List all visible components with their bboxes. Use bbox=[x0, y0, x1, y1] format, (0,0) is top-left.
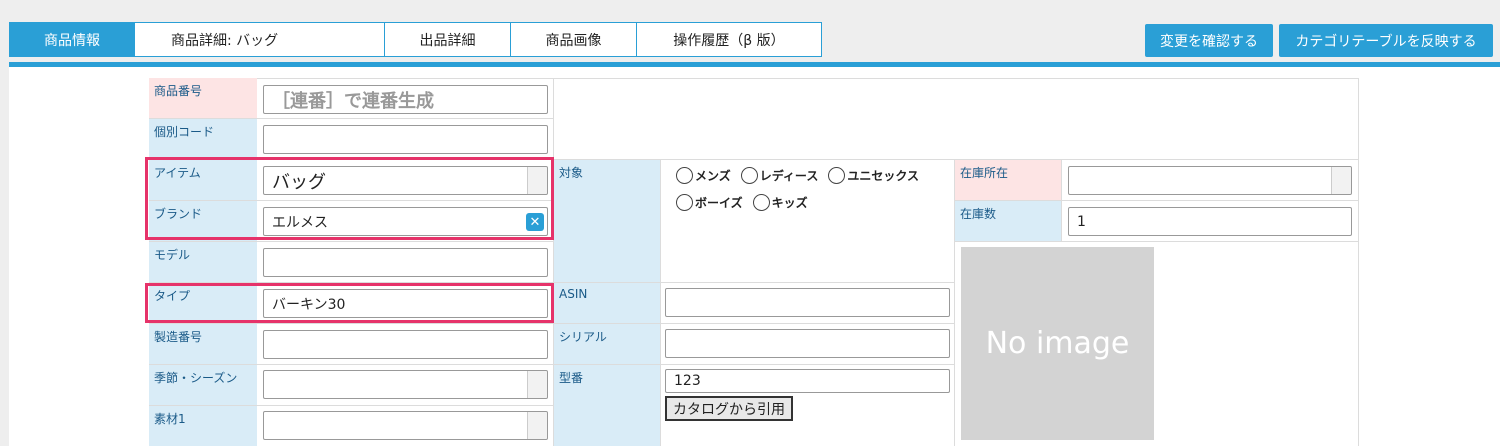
tab-label: 操作履歴（β 版） bbox=[673, 32, 785, 49]
radio-label: ボーイズ bbox=[695, 196, 743, 210]
radio-label: ユニセックス bbox=[847, 169, 919, 183]
tab-bar: 商品情報 商品詳細: バッグ 出品詳細 商品画像 操作履歴（β 版） 変更を確認… bbox=[0, 0, 1500, 68]
chevron-down-icon bbox=[527, 412, 547, 439]
radio-circle-icon bbox=[676, 167, 693, 184]
divider bbox=[149, 323, 954, 324]
stock-count-input[interactable]: 1 bbox=[1068, 207, 1352, 236]
product-number-input[interactable]: ［連番］で連番生成 bbox=[263, 85, 548, 114]
divider bbox=[149, 241, 554, 242]
model-number-label: 型番 bbox=[554, 365, 660, 446]
radio-label: レディース bbox=[759, 169, 819, 183]
radio-circle-icon bbox=[676, 194, 693, 211]
stock-location-label: 在庫所在 bbox=[955, 160, 1061, 200]
tab-label: 商品情報 bbox=[44, 32, 100, 49]
radio-circle-icon bbox=[752, 194, 770, 211]
button-label: 変更を確認する bbox=[1160, 33, 1258, 50]
tab-product-images[interactable]: 商品画像 bbox=[510, 22, 637, 57]
button-label: カテゴリテーブルを反映する bbox=[1295, 33, 1477, 50]
divider bbox=[149, 282, 954, 283]
chevron-down-icon bbox=[527, 167, 547, 194]
target-radio-boys[interactable]: ボーイズ bbox=[676, 194, 743, 211]
brand-select[interactable]: エルメス ✕ bbox=[263, 207, 548, 236]
target-radio-group-row1: メンズ レディース ユニセックス bbox=[676, 167, 919, 184]
chevron-down-icon bbox=[1331, 167, 1351, 194]
divider bbox=[660, 159, 661, 446]
tab-label: 商品詳細: バッグ bbox=[171, 32, 279, 49]
tab-listing-detail[interactable]: 出品詳細 bbox=[384, 22, 511, 57]
individual-code-input[interactable] bbox=[263, 125, 548, 154]
target-radio-unisex[interactable]: ユニセックス bbox=[828, 167, 919, 184]
target-radio-mens[interactable]: メンズ bbox=[676, 167, 731, 184]
divider bbox=[149, 405, 554, 406]
target-radio-kids[interactable]: キッズ bbox=[752, 194, 808, 211]
product-image-placeholder[interactable]: No image bbox=[961, 247, 1154, 440]
reflect-category-table-button[interactable]: カテゴリテーブルを反映する bbox=[1279, 24, 1493, 57]
item-select[interactable]: バッグ bbox=[263, 166, 548, 195]
model-input[interactable] bbox=[263, 248, 548, 277]
model-label: モデル bbox=[149, 242, 257, 282]
divider bbox=[149, 118, 554, 119]
model-number-input[interactable]: 123 bbox=[665, 369, 950, 393]
tab-product-detail[interactable]: 商品詳細: バッグ bbox=[134, 22, 385, 57]
tab-product-info[interactable]: 商品情報 bbox=[9, 22, 135, 57]
target-label: 対象 bbox=[554, 160, 660, 282]
season-label: 季節・シーズン bbox=[149, 365, 257, 405]
radio-label: メンズ bbox=[695, 169, 731, 183]
season-select[interactable] bbox=[263, 370, 548, 399]
divider bbox=[149, 364, 954, 365]
close-icon[interactable]: ✕ bbox=[526, 213, 544, 231]
type-label: タイプ bbox=[149, 283, 257, 323]
radio-circle-icon bbox=[740, 167, 758, 184]
divider bbox=[955, 241, 1359, 242]
individual-code-label: 個別コード bbox=[149, 119, 257, 159]
asin-label: ASIN bbox=[554, 283, 660, 323]
brand-label: ブランド bbox=[149, 201, 257, 241]
tab-label: 出品詳細 bbox=[419, 32, 476, 49]
tab-operation-history[interactable]: 操作履歴（β 版） bbox=[636, 22, 822, 57]
catalog-quote-button[interactable]: カタログから引用 bbox=[665, 396, 793, 421]
item-label: アイテム bbox=[149, 160, 257, 200]
stock-location-select[interactable] bbox=[1068, 166, 1352, 195]
tab-label: 商品画像 bbox=[545, 32, 602, 49]
radio-circle-icon bbox=[828, 167, 846, 184]
radio-label: キッズ bbox=[771, 196, 808, 210]
target-radio-ladies[interactable]: レディース bbox=[740, 167, 819, 184]
divider bbox=[1061, 159, 1062, 241]
divider bbox=[149, 200, 554, 201]
serial-no-label: 製造番号 bbox=[149, 324, 257, 364]
serial-no-input[interactable] bbox=[263, 330, 548, 359]
chevron-down-icon bbox=[527, 371, 547, 398]
material-select[interactable] bbox=[263, 411, 548, 440]
product-number-label: 商品番号 bbox=[149, 78, 257, 118]
serial-label: シリアル bbox=[554, 324, 660, 364]
brand-select-value: エルメス bbox=[272, 214, 328, 231]
item-select-value: バッグ bbox=[272, 171, 326, 193]
asin-input[interactable] bbox=[665, 288, 950, 317]
divider bbox=[1358, 78, 1359, 446]
stock-count-label: 在庫数 bbox=[955, 201, 1061, 241]
divider bbox=[149, 78, 1359, 79]
material-label: 素材1 bbox=[149, 406, 257, 446]
serial-input[interactable] bbox=[665, 329, 950, 358]
no-image-text: No image bbox=[985, 326, 1130, 361]
divider bbox=[955, 200, 1359, 201]
divider bbox=[149, 159, 1359, 160]
target-radio-group-row2: ボーイズ キッズ bbox=[676, 194, 808, 211]
confirm-changes-button[interactable]: 変更を確認する bbox=[1145, 24, 1273, 57]
type-input[interactable]: バーキン30 bbox=[263, 289, 548, 318]
